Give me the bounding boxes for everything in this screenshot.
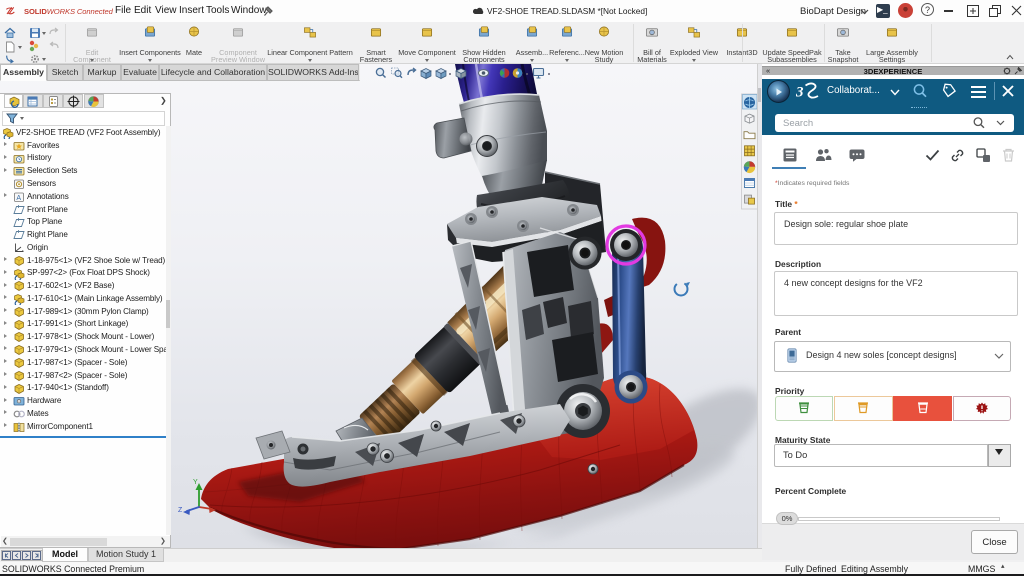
svg-text:Y: Y (193, 479, 198, 486)
svg-text:3: 3 (796, 85, 804, 101)
svg-text:A: A (16, 195, 21, 202)
svg-text:Z: Z (178, 507, 183, 514)
